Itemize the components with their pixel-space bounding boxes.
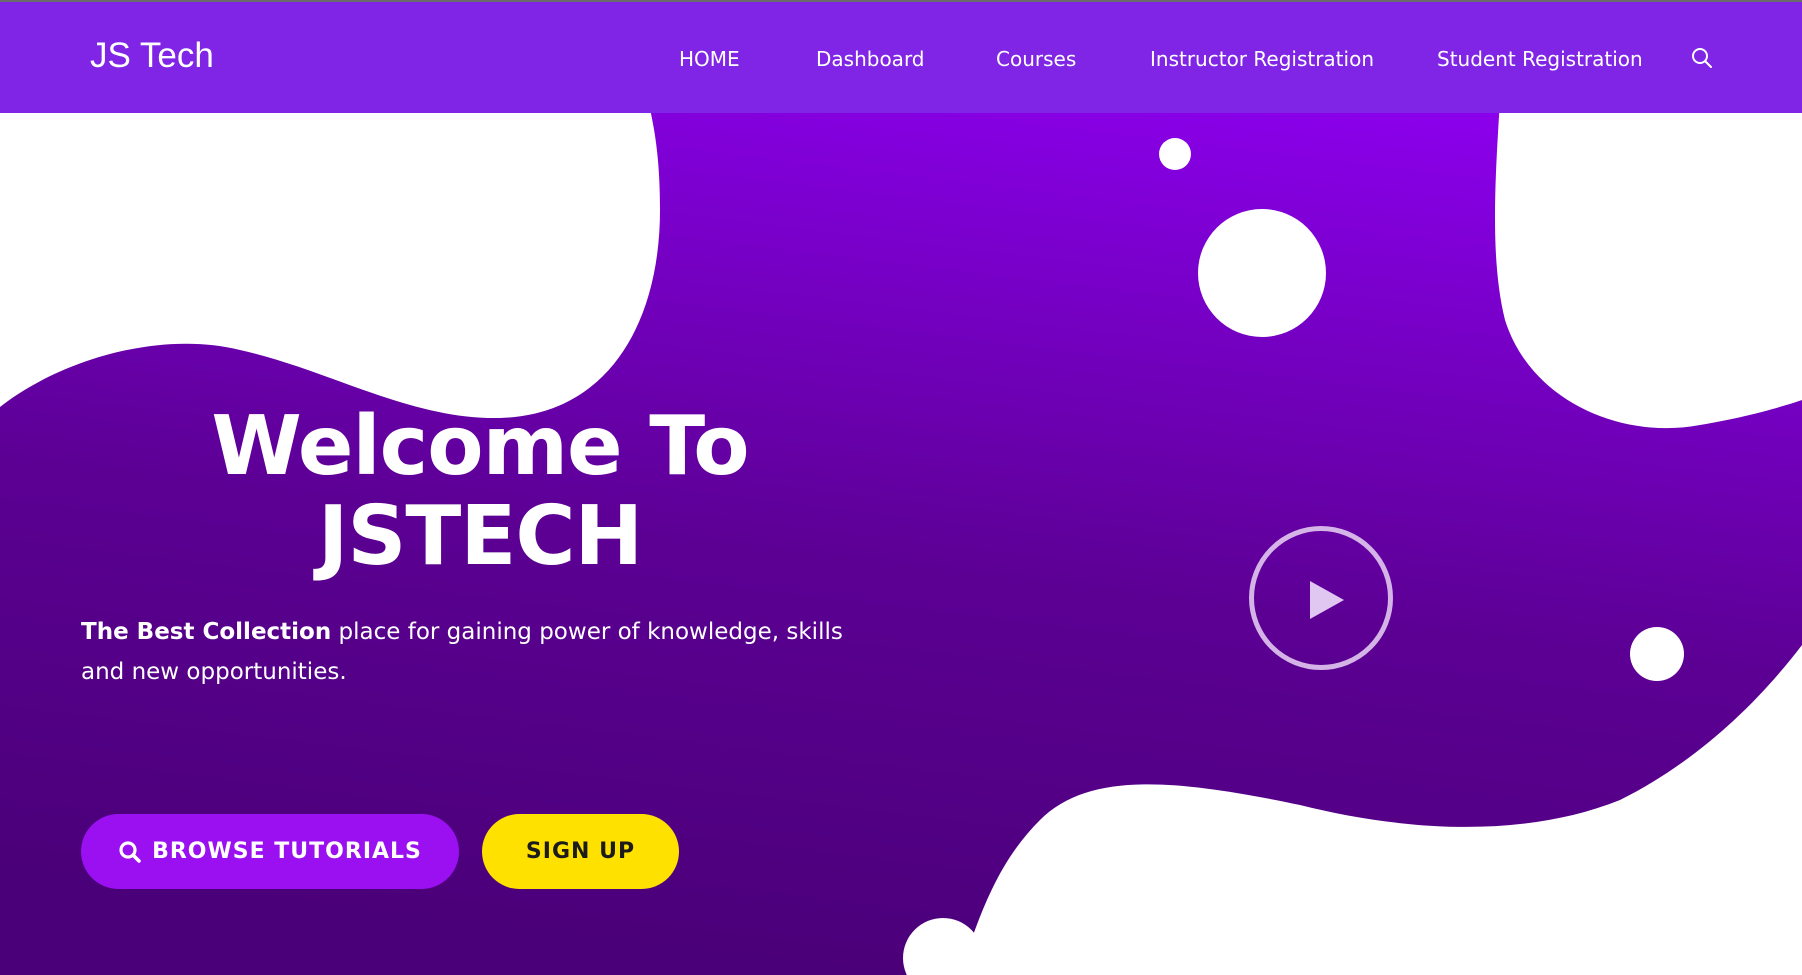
hero-text-line1: place for gaining power of knowledge, sk…: [331, 619, 843, 645]
sign-up-button[interactable]: SIGN UP: [482, 814, 679, 889]
hero-description: The Best Collection place for gaining po…: [81, 612, 861, 692]
search-icon: [119, 840, 141, 863]
nav-link-home[interactable]: HOME: [679, 47, 740, 71]
nav-link-courses[interactable]: Courses: [996, 47, 1076, 71]
browse-tutorials-label: BROWSE TUTORIALS: [152, 839, 422, 864]
landing-page: JS Tech HOME Dashboard Courses Instructo…: [0, 0, 1802, 975]
hero-title-line2: JSTECH: [317, 489, 643, 584]
hero-title-line1: Welcome To: [211, 399, 749, 494]
hero-text-line2: and new opportunities.: [81, 659, 347, 685]
browse-tutorials-button[interactable]: BROWSE TUTORIALS: [81, 814, 459, 889]
top-navbar: JS Tech HOME Dashboard Courses Instructo…: [0, 0, 1802, 113]
nav-link-student-registration[interactable]: Student Registration: [1437, 47, 1643, 71]
decor-circle-small: [1159, 138, 1191, 170]
nav-link-dashboard[interactable]: Dashboard: [816, 47, 925, 71]
search-icon[interactable]: [1690, 46, 1714, 70]
decor-circle-right: [1630, 627, 1684, 681]
hero-text-bold: The Best Collection: [81, 619, 332, 645]
hero-title: Welcome To JSTECH: [130, 402, 830, 582]
decor-circle-large: [1198, 209, 1326, 337]
play-video-button[interactable]: [1249, 526, 1393, 670]
play-icon: [1310, 581, 1344, 619]
brand-logo[interactable]: JS Tech: [90, 36, 214, 76]
sign-up-label: SIGN UP: [525, 839, 636, 864]
nav-link-instructor-registration[interactable]: Instructor Registration: [1150, 47, 1374, 71]
